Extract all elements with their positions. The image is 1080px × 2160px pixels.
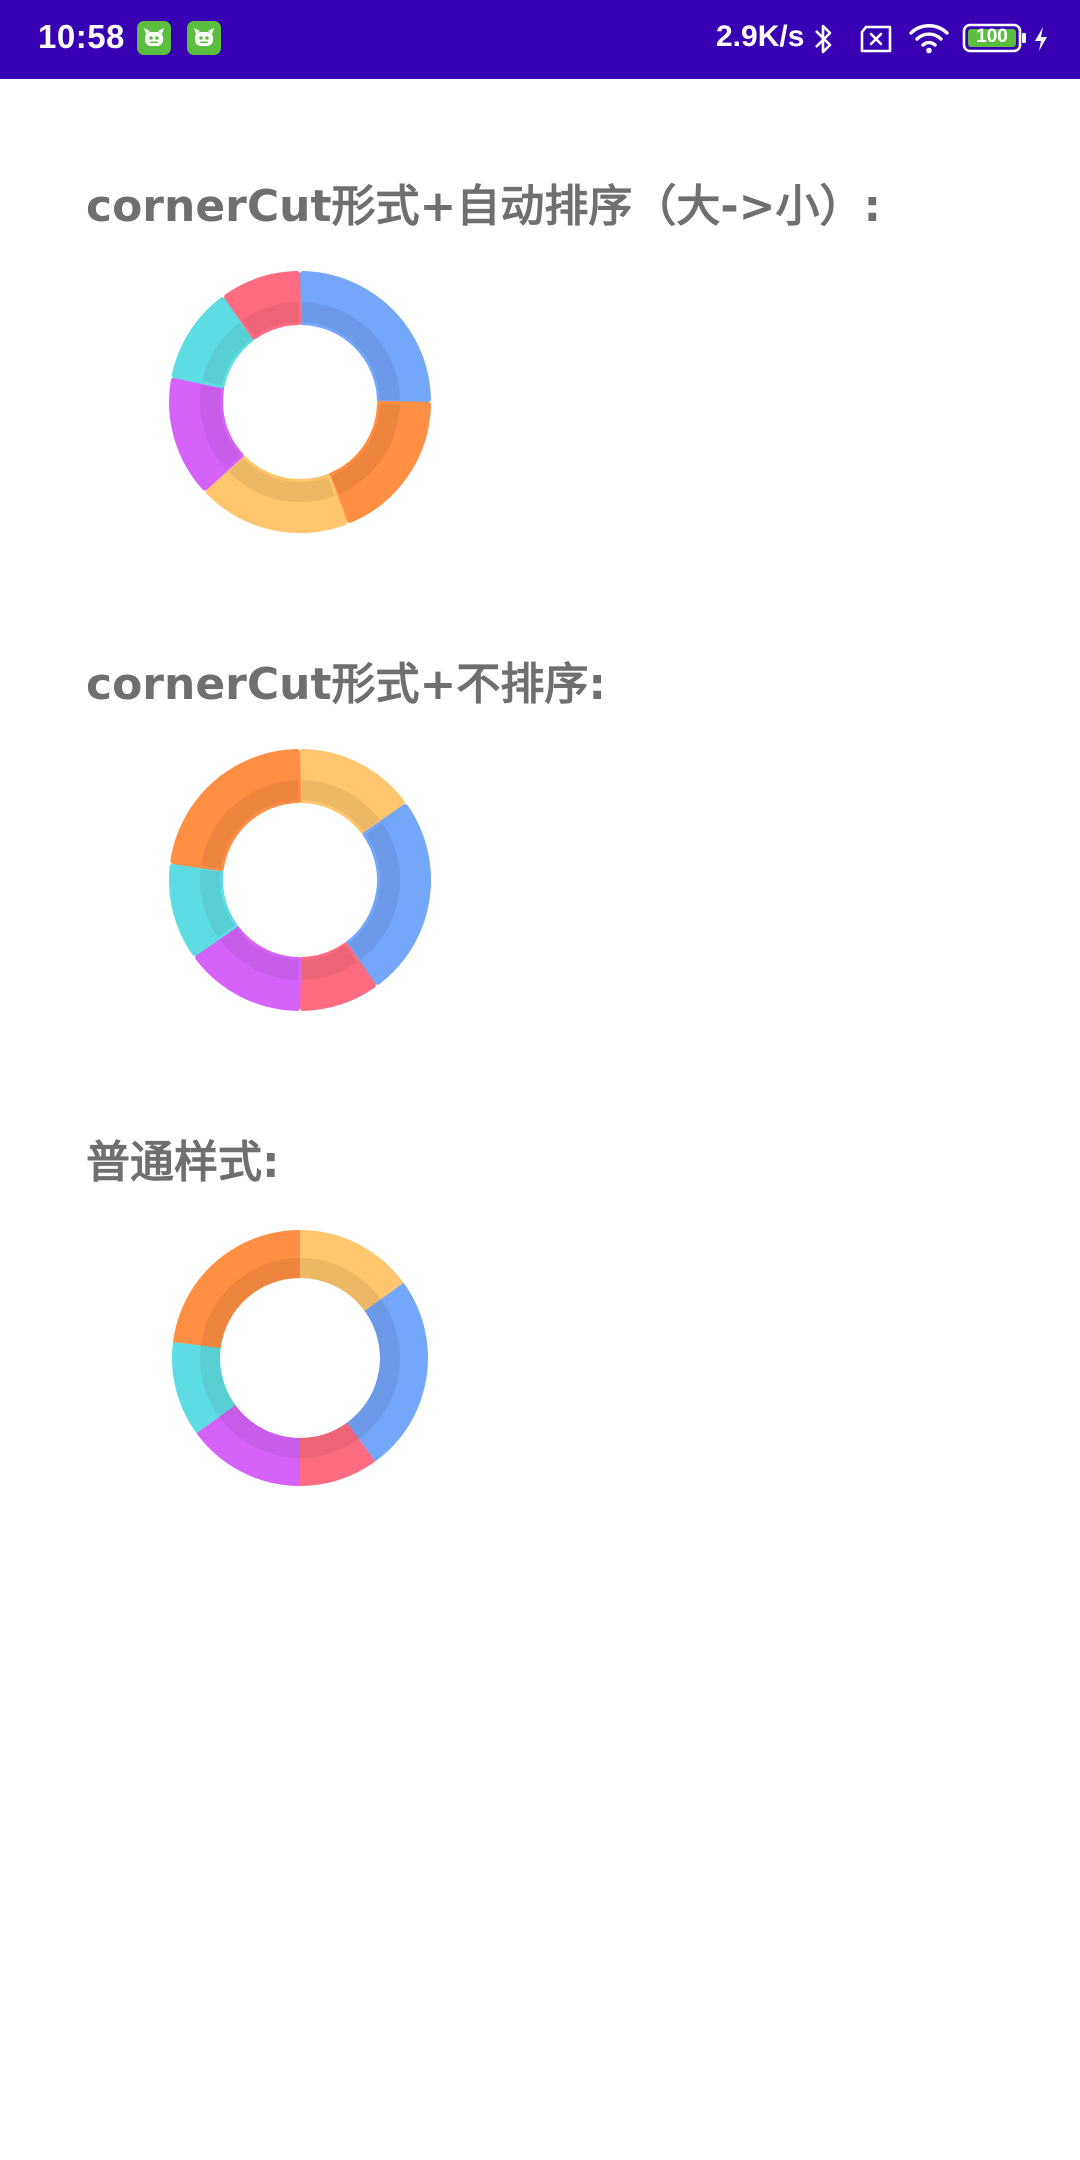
battery-icon: 100 (962, 22, 1028, 54)
donut-slice-orange (328, 400, 431, 523)
sim-icon (858, 24, 894, 58)
wifi-icon (908, 22, 950, 58)
section-title-sorted: cornerCut形式+自动排序（大->小）: (86, 181, 882, 232)
donut-chart-unsorted (169, 749, 431, 1011)
donut-slice-blue (345, 804, 431, 985)
bluetooth-icon (812, 22, 836, 60)
app-notification-icon (187, 21, 221, 55)
section-title-unsorted: cornerCut形式+不排序: (86, 659, 606, 710)
donut-slice-orange (173, 1230, 300, 1348)
donut-slice-blue (298, 271, 431, 404)
donut-slice-blue (347, 1282, 428, 1462)
network-speed: 2.9K/s (716, 20, 805, 53)
app-notification-icon (137, 21, 171, 55)
donut-slice-orange (170, 749, 302, 872)
screen: 10:58 2.9K/s 100 cornerCut形式+自动排序（大->小）:… (0, 0, 1080, 2160)
section-title-normal: 普通样式: (86, 1137, 280, 1188)
battery-level: 100 (976, 26, 1008, 47)
donut-chart-normal (172, 1230, 428, 1486)
status-time: 10:58 (38, 18, 125, 55)
donut-chart-sorted (169, 271, 431, 533)
charging-icon (1032, 25, 1050, 57)
status-bar: 10:58 2.9K/s 100 (0, 0, 1080, 79)
